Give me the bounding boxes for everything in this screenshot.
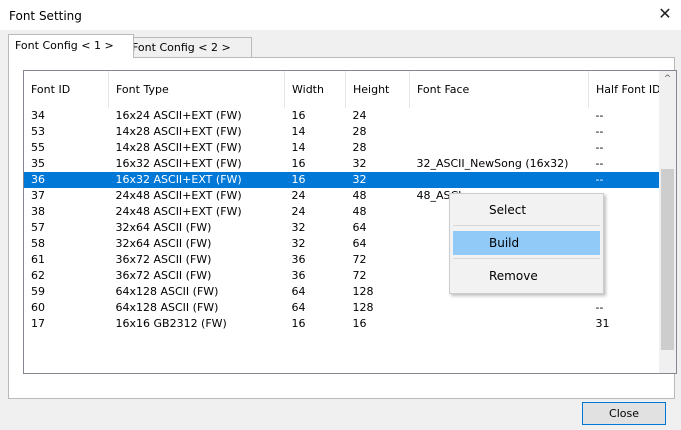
cell-height: 32 [352,157,367,170]
table-row[interactable]: 36 16x32 ASCII+EXT (FW) 16 32 -- [24,172,675,188]
cell-font-type: 16x32 ASCII+EXT (FW) [108,172,285,188]
cell-font-type: 36x72 ASCII (FW) [115,253,212,266]
cell-font-type: 64x128 ASCII (FW) [115,301,219,314]
cell-font-face [410,124,589,140]
cell-width: 16 [291,317,306,330]
cell-font-face [410,108,589,124]
cell-font-face [409,172,589,188]
cell-font-type: 64x128 ASCII (FW) [115,285,219,298]
cell-height: 72 [352,253,367,266]
cell-font-type: 16x16 GB2312 (FW) [115,317,227,330]
font-setting-window: Font Setting ✕ Font Config < 1 > Font Co… [0,0,681,430]
cell-width: 64 [291,285,306,298]
cell-font-id: 36 [24,172,109,188]
cell-font-type: 14x28 ASCII+EXT (FW) [115,125,242,138]
table-row[interactable]: 35 16x32 ASCII+EXT (FW) 16 32 32_ASCII_NewSo… [24,156,675,172]
cell-width: 36 [291,269,306,282]
table-row[interactable]: 60 64x128 ASCII (FW) 64 128 -- [24,300,675,316]
cell-height: 64 [352,237,367,250]
cell-font-id: 58 [31,237,45,250]
cell-width: 16 [291,109,306,122]
cell-height: 28 [352,141,367,154]
column-header-height[interactable]: Height [345,71,410,108]
cell-font-type: 14x28 ASCII+EXT (FW) [115,141,242,154]
cell-font-type: 24x48 ASCII+EXT (FW) [115,189,242,202]
cell-font-id: 59 [31,285,45,298]
cell-height: 128 [352,301,374,314]
column-header-font-id[interactable]: Font ID [24,71,109,108]
cell-font-id: 34 [31,109,45,122]
context-menu: Select Build Remove [449,193,604,294]
cell-font-type: 16x32 ASCII+EXT (FW) [115,157,242,170]
table-row[interactable]: 17 16x16 GB2312 (FW) 16 16 31 [24,316,675,332]
window-title: Font Setting [9,9,82,23]
cell-font-id: 38 [31,205,45,218]
cell-font-id: 17 [31,317,45,330]
cell-height: 64 [352,221,367,234]
menu-separator [453,258,600,259]
cell-width: 32 [291,221,306,234]
column-header-width[interactable]: Width [284,71,346,108]
cell-height: 28 [352,125,367,138]
cell-height: 128 [352,285,374,298]
menu-separator [453,225,600,226]
column-header-font-type[interactable]: Font Type [108,71,285,108]
cell-font-type: 32x64 ASCII (FW) [115,221,212,234]
column-header-font-face[interactable]: Font Face [409,71,589,108]
cell-height: 48 [352,205,367,218]
cell-width: 24 [291,189,306,202]
scrollbar-thumb[interactable] [661,169,674,350]
cell-height: 16 [352,317,367,330]
cell-font-id: 35 [31,157,45,170]
cell-width: 36 [291,253,306,266]
cell-width: 14 [291,125,306,138]
cell-font-face [410,300,589,316]
cell-width: 16 [291,157,306,170]
header-row: Font ID Font Type Width Height Font Face… [24,71,675,108]
cell-width: 24 [291,205,306,218]
menu-item-select[interactable]: Select [453,198,600,222]
cell-font-face [410,140,589,156]
cell-height: 24 [352,109,367,122]
cell-height: 48 [352,189,367,202]
cell-width: 32 [291,237,306,250]
cell-font-type: 16x24 ASCII+EXT (FW) [115,109,242,122]
table-row[interactable]: 55 14x28 ASCII+EXT (FW) 14 28 -- [24,140,675,156]
cell-font-type: 36x72 ASCII (FW) [115,269,212,282]
cell-font-type: 32x64 ASCII (FW) [115,237,212,250]
tab-font-config-2[interactable]: Font Config < 2 > [125,37,252,57]
cell-font-id: 62 [31,269,45,282]
cell-font-face [410,316,589,332]
menu-item-remove[interactable]: Remove [453,264,600,288]
cell-font-id: 53 [31,125,45,138]
cell-font-id: 60 [31,301,45,314]
scroll-up-arrow-icon[interactable]: ^ [659,71,676,88]
cell-width: 64 [291,301,306,314]
cell-font-face: 32_ASCII_NewSong (16x32) [416,157,569,170]
close-window-icon[interactable]: ✕ [655,4,675,23]
cell-font-type: 24x48 ASCII+EXT (FW) [115,205,242,218]
cell-font-id: 61 [31,253,45,266]
cell-height: 32 [345,172,410,188]
cell-width: 16 [284,172,346,188]
cell-width: 14 [291,141,306,154]
close-button[interactable]: Close [582,402,666,425]
cell-font-id: 55 [31,141,45,154]
table-row[interactable]: 53 14x28 ASCII+EXT (FW) 14 28 -- [24,124,675,140]
vertical-scrollbar[interactable]: ^ [659,71,676,373]
menu-item-build[interactable]: Build [453,231,600,255]
cell-font-id: 37 [31,189,45,202]
cell-height: 72 [352,269,367,282]
title-bar: Font Setting ✕ [0,0,681,30]
table-row[interactable]: 34 16x24 ASCII+EXT (FW) 16 24 -- [24,108,675,124]
cell-font-id: 57 [31,221,45,234]
tab-font-config-1[interactable]: Font Config < 1 > [8,34,134,58]
